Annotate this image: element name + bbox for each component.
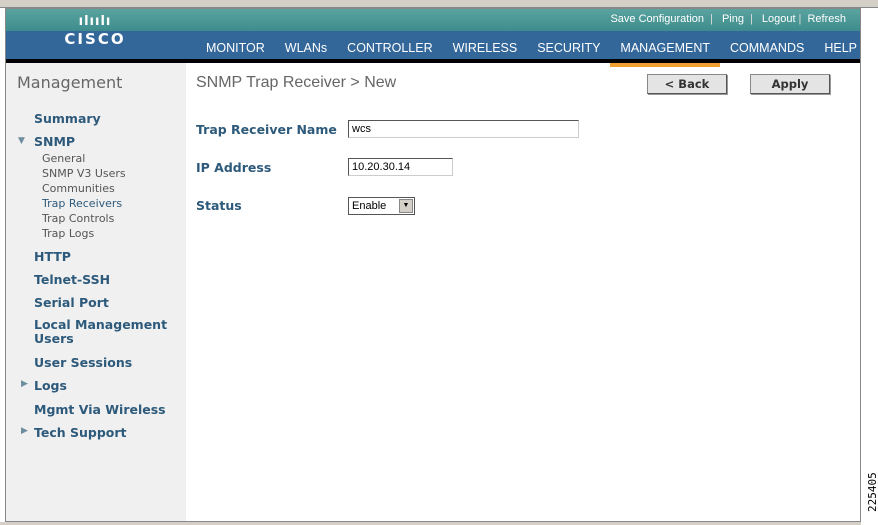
back-button[interactable]: < Back: [647, 74, 727, 94]
sidebar-item-http[interactable]: HTTP: [34, 249, 71, 264]
nav-controller[interactable]: CONTROLLER: [337, 39, 442, 63]
chevron-down-icon[interactable]: ▼: [399, 199, 413, 213]
sidebar-item-telnet-ssh[interactable]: Telnet-SSH: [34, 272, 110, 287]
sidebar-item-mgmt-via-wireless[interactable]: Mgmt Via Wireless: [34, 402, 166, 417]
sidebar-item-tech-support[interactable]: Tech Support: [34, 425, 127, 440]
sidebar-subitem-trap-logs[interactable]: Trap Logs: [42, 227, 94, 240]
main-nav: MONITOR WLANs CONTROLLER WIRELESS SECURI…: [196, 39, 860, 67]
sidebar-title: Management: [17, 73, 123, 92]
collapsed-triangle-icon[interactable]: ▶: [21, 426, 28, 436]
logo-bars: ılıılı: [78, 14, 112, 29]
sidebar-subitem-trap-controls[interactable]: Trap Controls: [42, 212, 114, 225]
nav-management[interactable]: MANAGEMENT: [610, 39, 720, 67]
sidebar-item-snmp[interactable]: SNMP: [34, 134, 75, 149]
margin: [861, 8, 878, 525]
nav-commands[interactable]: COMMANDS: [720, 39, 814, 63]
sidebar-subitem-trap-receivers[interactable]: Trap Receivers: [42, 197, 122, 210]
status-label: Status: [196, 198, 242, 213]
logo-text: CISCO: [64, 30, 126, 48]
refresh-link[interactable]: Refresh: [807, 13, 846, 25]
nav-wlans[interactable]: WLANs: [275, 39, 337, 63]
top-links: Save Configuration | Ping | Logout | Refres…: [610, 13, 846, 25]
save-configuration-link[interactable]: Save Configuration: [610, 13, 704, 25]
sidebar-item-serial-port[interactable]: Serial Port: [34, 295, 109, 310]
page-title: SNMP Trap Receiver > New: [196, 74, 397, 91]
apply-button[interactable]: Apply: [750, 74, 830, 94]
figure-number: 225405: [866, 472, 878, 512]
nav-help[interactable]: HELP: [814, 39, 860, 63]
ping-link[interactable]: Ping: [722, 13, 744, 25]
browser-strip: [0, 0, 878, 8]
sidebar-item-user-sessions[interactable]: User Sessions: [34, 355, 132, 370]
app-window: ılıılı CISCO Save Configuration | Ping | L…: [5, 8, 861, 522]
cisco-logo: ılıılı CISCO: [62, 15, 128, 49]
ip-address-input[interactable]: 10.20.30.14: [348, 158, 453, 176]
sidebar-subitem-snmp-v3-users[interactable]: SNMP V3 Users: [42, 167, 126, 180]
trap-receiver-name-input[interactable]: wcs: [348, 120, 579, 138]
status-value: Enable: [352, 200, 387, 212]
sidebar-item-local-management-users[interactable]: Local Management Users: [34, 318, 174, 346]
ip-address-label: IP Address: [196, 160, 272, 175]
logout-link[interactable]: Logout: [762, 13, 796, 25]
expanded-triangle-icon[interactable]: ▼: [18, 136, 25, 146]
nav-security[interactable]: SECURITY: [527, 39, 610, 63]
collapsed-triangle-icon[interactable]: ▶: [21, 379, 28, 389]
status-select[interactable]: Enable ▼: [348, 197, 415, 215]
sidebar-subitem-communities[interactable]: Communities: [42, 182, 115, 195]
nav-wireless[interactable]: WIRELESS: [443, 39, 528, 63]
sidebar-subitem-general[interactable]: General: [42, 152, 85, 165]
nav-monitor[interactable]: MONITOR: [196, 39, 275, 63]
sidebar-item-logs[interactable]: Logs: [34, 378, 67, 393]
sidebar-item-summary[interactable]: Summary: [34, 111, 101, 126]
trap-receiver-name-label: Trap Receiver Name: [196, 122, 337, 137]
sidebar: Management Summary ▼ SNMP General SNMP V…: [6, 63, 186, 521]
